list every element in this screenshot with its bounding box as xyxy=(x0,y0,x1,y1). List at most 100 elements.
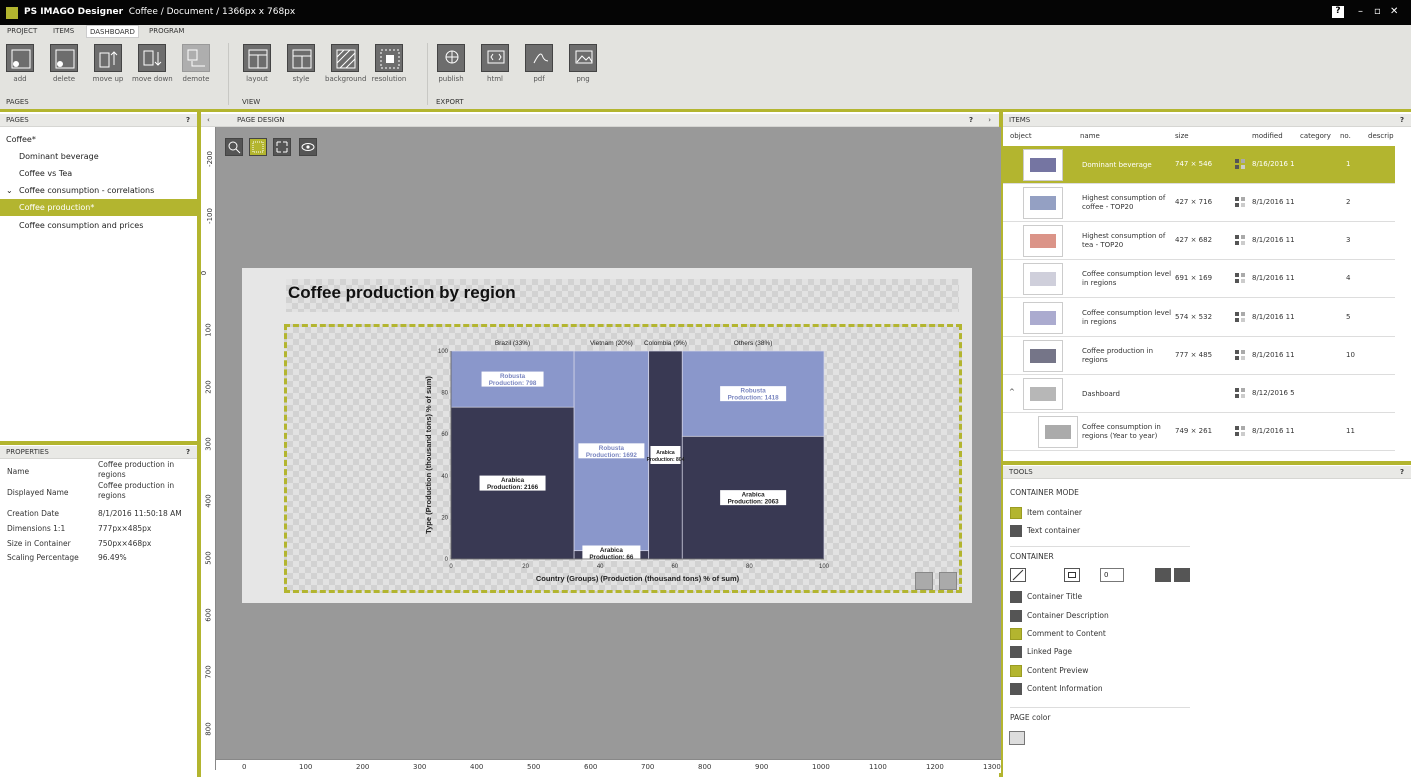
page-item-coffee-prices[interactable]: Coffee consumption and prices xyxy=(0,217,197,234)
properties-help-button[interactable]: ? xyxy=(183,446,193,459)
page-color-picker[interactable] xyxy=(1009,731,1025,745)
resolution-button[interactable]: resolution xyxy=(369,44,409,83)
col-description[interactable]: descrip xyxy=(1368,132,1394,140)
text-container-icon xyxy=(1010,525,1022,537)
code-icon xyxy=(481,44,509,72)
items-panel-header: ITEMS? xyxy=(1003,114,1411,127)
item-row[interactable]: Coffee consumption level in regions 691 ×… xyxy=(1003,260,1395,298)
layout-icon xyxy=(243,44,271,72)
item-row[interactable]: Coffee consumption level in regions 574 ×… xyxy=(1003,299,1395,337)
x-tick-label: 60 xyxy=(671,564,678,570)
chart-container[interactable]: Brazil (33%) Vietnam (20%) Colombia (9%) Ot… xyxy=(284,324,962,593)
border-style-picker[interactable] xyxy=(1010,568,1026,582)
restore-button[interactable]: ▫ xyxy=(1374,6,1381,17)
png-export-button[interactable]: png xyxy=(563,44,603,83)
add-page-button[interactable]: add xyxy=(0,44,40,83)
design-help-button[interactable]: ? xyxy=(969,114,973,127)
item-modified: 8/1/2016 11 xyxy=(1252,427,1295,435)
item-modified: 8/1/2016 11 xyxy=(1252,274,1295,282)
publish-button[interactable]: publish xyxy=(431,44,471,83)
col-object[interactable]: object xyxy=(1010,132,1032,140)
nav-prev-button[interactable]: ‹ xyxy=(207,114,210,127)
tree-root[interactable]: Coffee* xyxy=(0,131,197,148)
close-button[interactable]: ✕ xyxy=(1390,6,1398,17)
item-row[interactable]: Coffee consumption in regions (Year to y… xyxy=(1003,413,1395,451)
ruler-tick: 900 xyxy=(755,763,769,771)
tools-help-button[interactable]: ? xyxy=(1397,466,1407,479)
minimize-button[interactable]: – xyxy=(1358,6,1363,17)
align-icon[interactable] xyxy=(1155,568,1171,582)
splitter-items-tools[interactable] xyxy=(1003,461,1411,465)
ruler-tick: 700 xyxy=(641,763,655,771)
ribbon-separator xyxy=(228,43,229,105)
fit-icon[interactable] xyxy=(273,138,291,156)
item-row[interactable]: Highest consumption of tea - TOP20 427 × … xyxy=(1003,222,1395,260)
col-no[interactable]: no. xyxy=(1340,132,1351,140)
collapse-chevron-icon[interactable]: ^ xyxy=(1009,388,1015,396)
move-up-button[interactable]: move up xyxy=(88,44,128,83)
export-icon[interactable] xyxy=(939,572,957,590)
item-row[interactable]: Dominant beverage 747 × 546 8/16/2016 1 1 xyxy=(1003,146,1395,184)
y-tick-label: 100 xyxy=(438,349,449,355)
col-category[interactable]: category xyxy=(1300,132,1331,140)
style-button[interactable]: style xyxy=(281,44,321,83)
item-size: 427 × 716 xyxy=(1175,198,1213,206)
help-button[interactable]: ? xyxy=(1332,6,1344,18)
demote-button[interactable]: demote xyxy=(176,44,216,83)
grid-toggle-icon[interactable] xyxy=(249,138,267,156)
item-modified: 8/1/2016 11 xyxy=(1252,351,1295,359)
items-help-button[interactable]: ? xyxy=(1397,114,1407,127)
menu-dashboard[interactable]: DASHBOARD xyxy=(86,25,139,38)
pdf-icon xyxy=(525,44,553,72)
move-down-icon xyxy=(138,44,166,72)
background-button[interactable]: background xyxy=(325,44,366,83)
pdf-export-button[interactable]: pdf xyxy=(519,44,559,83)
item-row[interactable]: Dashboard 8/12/2016 5 ^ xyxy=(1003,375,1395,413)
col-name[interactable]: name xyxy=(1080,132,1100,140)
item-thumbnail xyxy=(1023,225,1063,257)
col-modified[interactable]: modified xyxy=(1252,132,1283,140)
background-icon xyxy=(331,44,359,72)
item-number: 4 xyxy=(1346,274,1351,282)
item-number: 3 xyxy=(1346,236,1351,244)
expand-icon[interactable] xyxy=(915,572,933,590)
page-item-dominant-beverage[interactable]: Dominant beverage xyxy=(0,148,197,165)
data-label: Robusta xyxy=(741,388,767,395)
html-export-button[interactable]: html xyxy=(475,44,515,83)
y-axis-label: Type (Production (thousand tons) % of su… xyxy=(424,376,433,534)
mekko-chart: Brazil (33%) Vietnam (20%) Colombia (9%) Ot… xyxy=(424,340,830,583)
expand-chevron-icon[interactable]: ⌄ xyxy=(6,186,13,195)
item-number: 5 xyxy=(1346,313,1351,321)
item-container-icon xyxy=(1010,507,1022,519)
item-thumbnail xyxy=(1023,187,1063,219)
padding-input[interactable]: 0 xyxy=(1100,568,1124,582)
page-item-coffee-vs-tea[interactable]: Coffee vs Tea xyxy=(0,165,197,182)
item-row[interactable]: Highest consumption of coffee - TOP20 427… xyxy=(1003,184,1395,222)
page-title-container[interactable]: Coffee production by region xyxy=(286,279,959,312)
item-name: Highest consumption of tea - TOP20 xyxy=(1082,232,1166,249)
nav-next-button[interactable]: › xyxy=(988,114,991,127)
splitter-pages-properties[interactable] xyxy=(0,441,197,445)
item-row[interactable]: Coffee production in regions 777 × 485 8/1… xyxy=(1003,337,1395,375)
menu-items[interactable]: ITEMS xyxy=(53,27,74,35)
page-item-coffee-correlations[interactable]: Coffee consumption - correlations xyxy=(0,182,197,199)
menu-project[interactable]: PROJECT xyxy=(7,27,37,35)
move-up-icon xyxy=(94,44,122,72)
col-size[interactable]: size xyxy=(1175,132,1189,140)
border-color-picker[interactable] xyxy=(1064,568,1080,582)
zoom-icon[interactable] xyxy=(225,138,243,156)
move-down-button[interactable]: move down xyxy=(132,44,173,83)
group-view-label: VIEW xyxy=(242,98,261,106)
menu-program[interactable]: PROGRAM xyxy=(149,27,184,35)
data-label: Arabica xyxy=(742,492,766,499)
item-layout-icon xyxy=(1235,388,1245,398)
ruler-tick: 200 xyxy=(204,380,213,394)
container-mode-label: CONTAINER MODE xyxy=(1010,488,1079,497)
horizontal-ruler: 0 100 200 300 400 500 600 700 800 900 1000 1100 1200… xyxy=(216,759,1001,773)
layout-button[interactable]: layout xyxy=(237,44,277,83)
delete-page-button[interactable]: delete xyxy=(44,44,84,83)
fullsize-icon[interactable] xyxy=(1174,568,1190,582)
pages-help-button[interactable]: ? xyxy=(183,114,193,127)
preview-eye-icon[interactable] xyxy=(299,138,317,156)
page-item-coffee-production[interactable]: Coffee production* xyxy=(0,199,197,216)
